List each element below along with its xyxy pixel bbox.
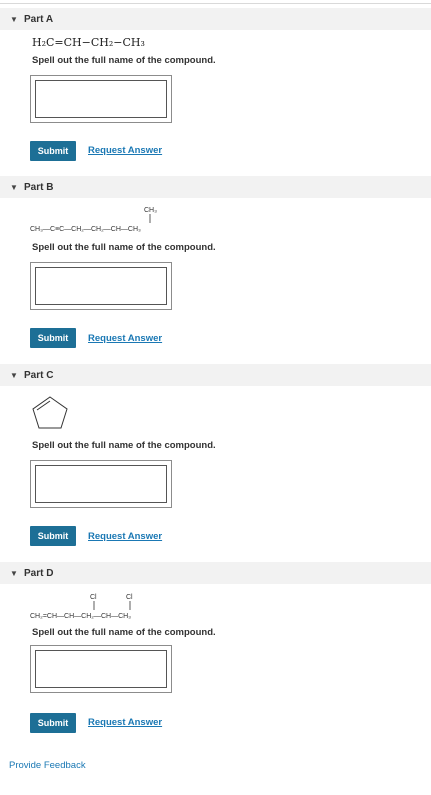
caret-down-icon: ▼ <box>10 568 18 578</box>
compound-a-formula: H₂C=CH−CH₂−CH₃ <box>32 36 145 49</box>
part-a-request-answer-link[interactable]: Request Answer <box>88 145 162 156</box>
cyclopentene-structure <box>32 396 68 429</box>
part-b-submit-button[interactable]: Submit <box>30 328 76 348</box>
part-a-title: Part A <box>24 13 54 25</box>
part-b-answer-field[interactable] <box>30 262 172 310</box>
part-d-submit-button[interactable]: Submit <box>30 713 76 733</box>
top-divider <box>0 3 431 4</box>
compound-b-branch: CH₃ <box>144 207 157 214</box>
part-b-header[interactable]: ▼ Part B <box>0 176 431 198</box>
compound-d-chain: CH₂=CH—CH—CH₂—CH—CH₃ <box>30 613 131 620</box>
compound-d-branch-1: Cl <box>90 594 97 601</box>
part-c-prompt: Spell out the full name of the compound. <box>32 440 216 451</box>
part-c-answer-field[interactable] <box>30 460 172 508</box>
compound-d-branch-2: Cl <box>126 594 133 601</box>
part-a-prompt: Spell out the full name of the compound. <box>32 55 216 66</box>
compound-d-structure: Cl Cl CH₂=CH—CH—CH₂—CH—CH₃ <box>30 594 133 620</box>
part-b-request-answer-link[interactable]: Request Answer <box>88 333 162 344</box>
part-a-answer-field[interactable] <box>30 75 172 123</box>
part-d-header[interactable]: ▼ Part D <box>0 562 431 584</box>
part-c-title: Part C <box>24 369 54 381</box>
part-d-prompt: Spell out the full name of the compound. <box>32 627 216 638</box>
caret-down-icon: ▼ <box>10 182 18 192</box>
provide-feedback-link[interactable]: Provide Feedback <box>9 760 86 771</box>
part-c-header[interactable]: ▼ Part C <box>0 364 431 386</box>
part-d-title: Part D <box>24 567 54 579</box>
compound-b-chain: CH₃—C≡C—CH₂—CH₂—CH—CH₃ <box>30 226 141 233</box>
part-a-header[interactable]: ▼ Part A <box>0 8 431 30</box>
part-d-answer-field[interactable] <box>30 645 172 693</box>
caret-down-icon: ▼ <box>10 370 18 380</box>
part-b-title: Part B <box>24 181 54 193</box>
compound-b-structure: CH₃ CH₃—C≡C—CH₂—CH₂—CH—CH₃ <box>30 207 157 233</box>
part-a-submit-button[interactable]: Submit <box>30 141 76 161</box>
part-c-request-answer-link[interactable]: Request Answer <box>88 531 162 542</box>
caret-down-icon: ▼ <box>10 14 18 24</box>
part-c-submit-button[interactable]: Submit <box>30 526 76 546</box>
part-d-request-answer-link[interactable]: Request Answer <box>88 717 162 728</box>
part-b-prompt: Spell out the full name of the compound. <box>32 242 216 253</box>
